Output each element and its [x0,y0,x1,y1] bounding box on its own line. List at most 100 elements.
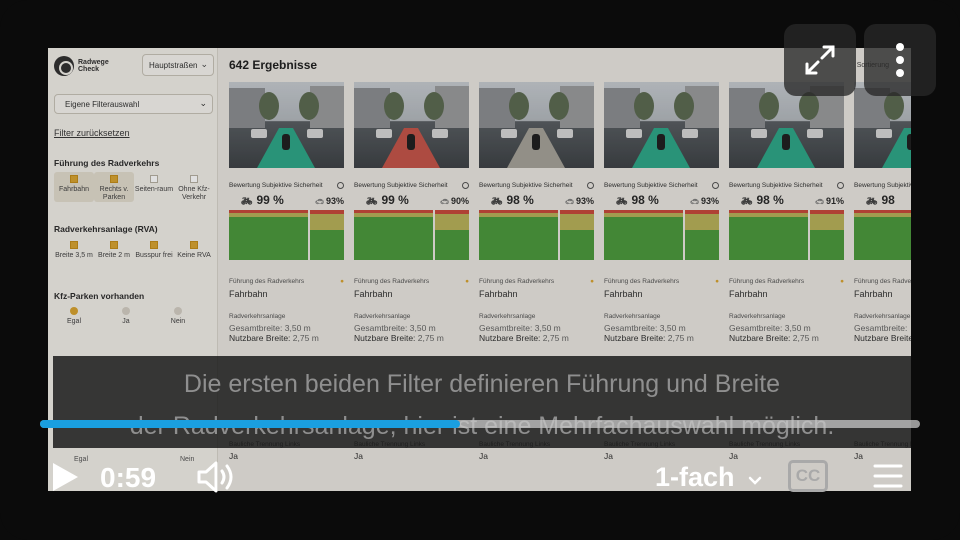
fuehrung-label-text: Führung des Radverkehrs [354,278,430,285]
car-percentage: 93% [325,196,344,206]
star-icon: ● [715,278,719,285]
rating-percentages: 🚲︎ 98 🚗︎ [854,193,911,207]
chevron-down-icon: ⌄ [199,98,207,108]
logo-icon [54,56,74,76]
gesamtbreite-label: Gesamtbreite: [354,323,408,333]
fuehrung-label: Führung des Radverkehrs ● [479,278,594,285]
gesamtbreite-value: 3,50 m [534,323,561,333]
progress-bar[interactable] [40,420,920,428]
nutzbare-breite-value: 2,75 m [417,333,444,343]
fuehrung-label: Führung des Radverkehrs ● [354,278,469,285]
fuehrung-label: Führung des Radverkehrs ● [729,278,844,285]
nutzbare-breite-label: Nutzbare Breite: [354,333,416,343]
bike-rating-bar [854,210,911,260]
rating-title: Bewertung Subjektive Sicherheit [729,182,823,189]
car-percentage: 93% [700,196,719,206]
progress-fill [40,420,460,428]
results-count: 642 Ergebnisse [229,58,318,72]
option-seitenraum: Seiten-raum [134,172,174,202]
car-percentage: 93% [575,196,594,206]
chevron-down-icon [748,476,762,485]
anlage-label-text: Radverkehrsanlage [854,313,911,320]
bicycle-icon: 🚲︎ [366,196,378,206]
car-icon: 🚗︎ [315,199,324,206]
bike-percentage: 99 % [256,193,284,207]
more-options-button[interactable] [864,24,936,96]
anlage-label-text: Radverkehrsanlage [354,313,411,320]
option-ohne-kfz: Ohne Kfz-Verkehr [174,172,214,202]
fuehrung-label: Führung des Radverkehrs ● [229,278,344,285]
option-label: Nein [170,318,186,325]
playback-speed-button[interactable]: 1-fach [655,462,762,493]
street-photo [229,82,344,168]
caption-line-1: Die ersten beiden Filter definieren Führ… [183,370,781,398]
bicycle-icon: 🚲︎ [866,196,878,206]
bike-percentage: 99 % [381,193,409,207]
nutzbare-breite: Nutzbare Breite: 2,75 m [479,333,594,343]
checkbox-icon [110,175,118,183]
street-photo [479,82,594,168]
section-title-kfz-parken: Kfz-Parken vorhanden [54,291,145,301]
fullscreen-button[interactable] [784,24,856,96]
fuehrung-options: Fahrbahn Rechts v. Parken Seiten-raum Oh… [54,172,214,202]
rating-header: Bewertung Subjektive Sicherheit [729,182,844,189]
rating-title: Bewertung Subjektive Sicherheit [354,182,448,189]
option-ja: Ja [106,304,146,326]
option-label: Fahrbahn [59,186,89,193]
option-breite-35: Breite 3,5 m [54,238,94,260]
rating-percentages: 🚲︎ 99 % 🚗︎ 93% [229,193,344,207]
rating-title: Bewertung Subjektive Sicherheit [854,182,911,189]
playback-speed-label: 1-fach [655,462,735,492]
option-rechts-v-parken: Rechts v. Parken [94,172,134,202]
rating-title: Bewertung Subjektive Sicherheit [229,182,323,189]
info-icon [712,182,719,189]
gesamtbreite: Gesamtbreite: 3,50 m [229,323,344,333]
car-rating-bar [310,210,344,260]
nutzbare-breite-label: Nutzbare Breite: [229,333,291,343]
car-rating-bar [560,210,594,260]
gesamtbreite-value: 3,50 m [659,323,686,333]
info-icon [587,182,594,189]
bike-percentage: 98 % [756,193,784,207]
chapters-menu-icon[interactable] [873,463,903,489]
volume-icon[interactable] [197,460,237,494]
play-icon[interactable] [50,462,80,492]
car-rating-bar [435,210,469,260]
nutzbare-breite-value: 2,75 m [292,333,319,343]
rating-bars [229,210,344,260]
bike-rating-bar [604,210,683,260]
rating-title: Bewertung Subjektive Sicherheit [479,182,573,189]
gesamtbreite-label: Gesamtbreite: [604,323,658,333]
video-player: Radwege Check Hauptstraßen ⌄ Eigene Filt… [0,0,960,540]
logo-text: Radwege Check [78,59,109,73]
anlage-label: Radverkehrsanlage [604,313,719,320]
fuehrung-label-text: Führung des Radverkehrs [604,278,680,285]
option-keine-rva: Keine RVA [174,238,214,260]
fuehrung-value: Fahrbahn [479,289,518,299]
checkbox-icon [150,241,158,249]
bicycle-icon: 🚲︎ [241,196,253,206]
option-label: Ohne Kfz-Verkehr [178,186,210,201]
gesamtbreite: Gesamtbreite: 3,50 m [729,323,844,333]
car-icon: 🚗︎ [440,199,449,206]
player-controls: 0:59 1-fach CC [0,450,960,510]
car-rating-bar [810,210,844,260]
more-vertical-icon [896,43,904,77]
star-icon: ● [340,278,344,285]
fuehrung-value: Fahrbahn [604,289,643,299]
rating-header: Bewertung Subjektive Sicherheit [854,182,911,189]
filter-preset-value: Eigene Filterauswahl [65,99,140,109]
nutzbare-breite: Nutzbare Breite: 2,75 m [229,333,344,343]
nutzbare-breite: Nutzbare Breite: 2,75 m [354,333,469,343]
car-icon: 🚗︎ [690,199,699,206]
gesamtbreite: Gesamtbreite: [854,323,911,333]
captions-button[interactable]: CC [788,460,828,492]
info-icon [462,182,469,189]
option-label: Keine RVA [177,252,211,259]
bike-rating-bar [479,210,558,260]
radio-icon [174,307,182,315]
bike-rating-bar [729,210,808,260]
rating-bars [604,210,719,260]
section-title-rva: Radverkehrsanlage (RVA) [54,224,158,234]
anlage-label-text: Radverkehrsanlage [229,313,286,320]
